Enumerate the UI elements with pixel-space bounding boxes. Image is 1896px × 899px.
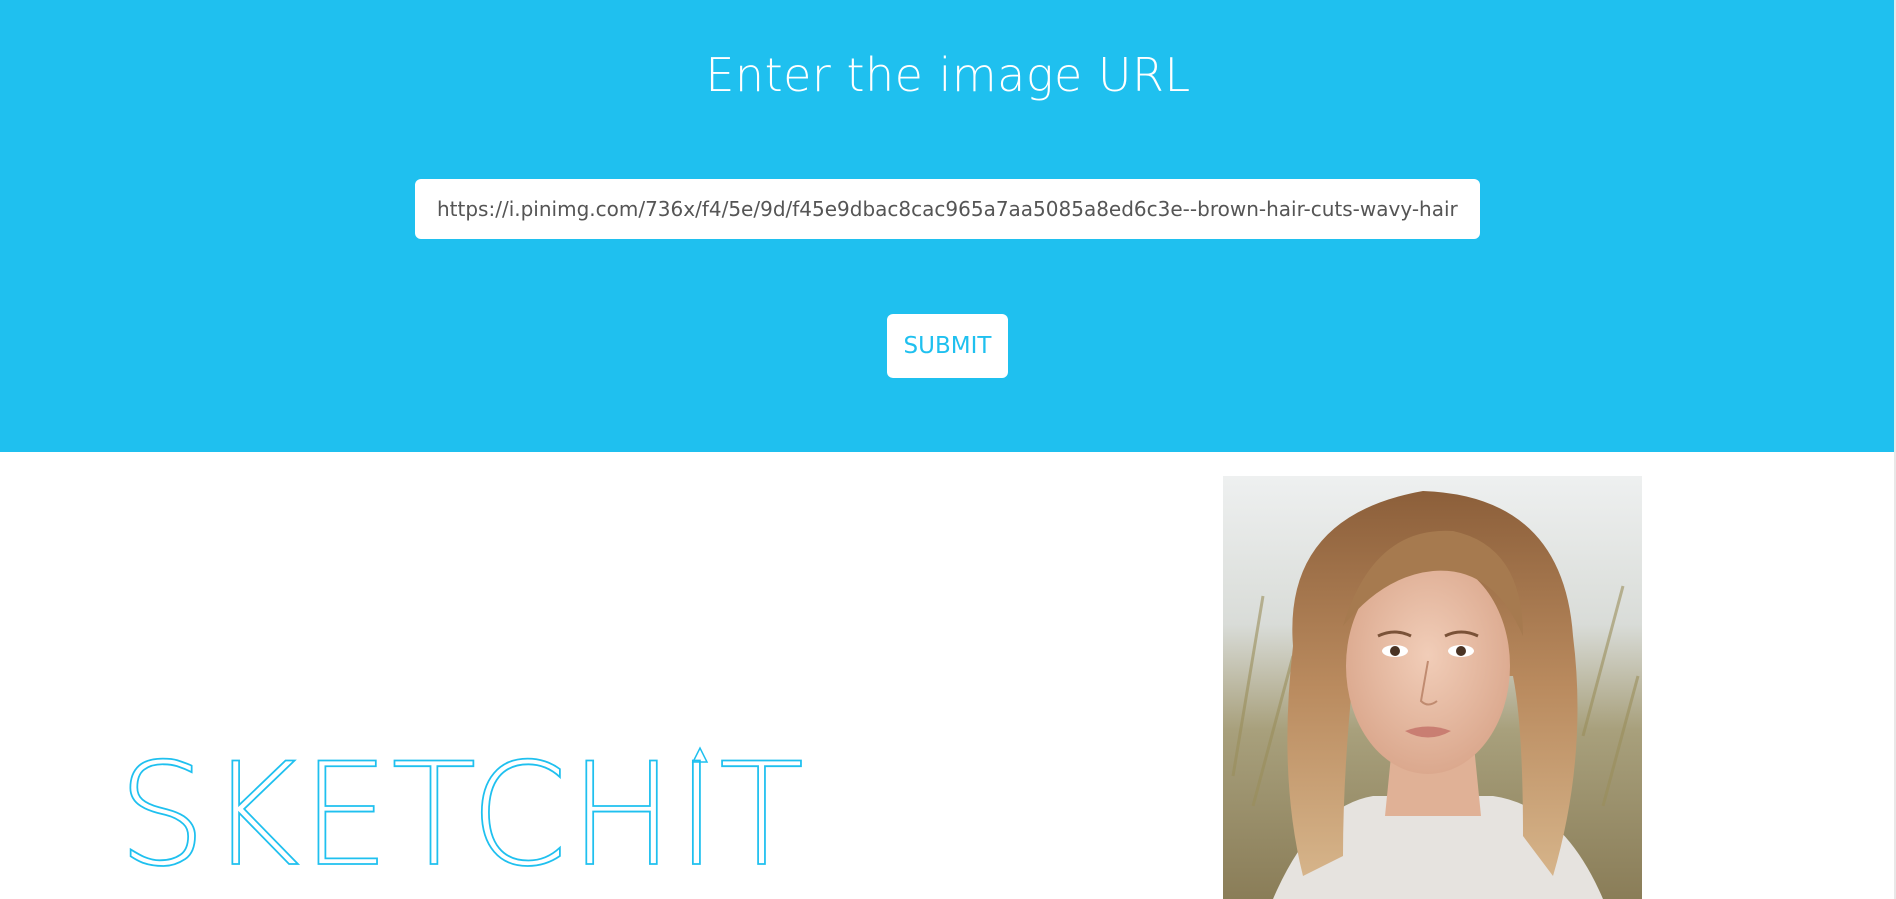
submit-button[interactable]: SUBMIT [887,314,1008,378]
sketchit-logo-svg: SKETCHIT [117,732,806,899]
sketchit-logo: SKETCHIT [117,732,818,899]
page-title: Enter the image URL [705,48,1191,102]
image-url-input[interactable] [415,179,1480,239]
portrait-photo [1223,476,1642,899]
portrait-photo-svg [1223,476,1642,899]
logo-text: SKETCHIT [118,740,806,870]
hero-banner: Enter the image URL SUBMIT [0,0,1896,452]
